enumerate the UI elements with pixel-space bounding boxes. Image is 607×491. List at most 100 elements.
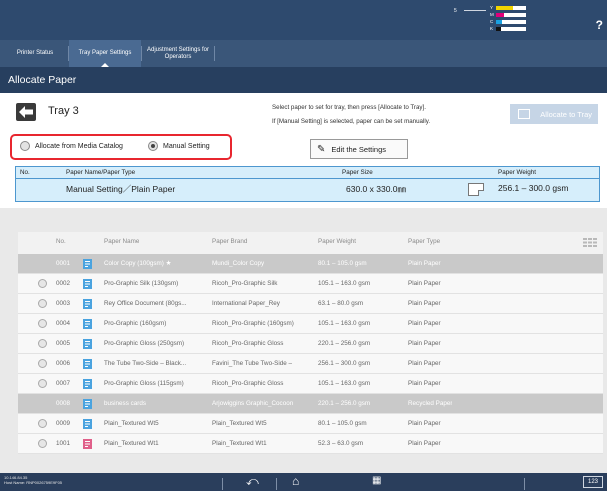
instruction-line-1: Select paper to set for tray, then press… [272, 104, 426, 111]
col-paper-weight[interactable]: Paper Weight [318, 232, 356, 252]
selected-paper-name: Manual Setting／Plain Paper [66, 184, 176, 194]
radio-button[interactable] [20, 141, 30, 151]
table-row[interactable]: 0007 Pro-Graphic Gloss (115gsm) Ricoh_Pro-… [18, 374, 603, 394]
tab-adjustment-settings[interactable]: Adjustment Settings for Operators [142, 40, 214, 67]
row-paper-name: Pro-Graphic Silk (130gsm) [104, 280, 179, 287]
back-button[interactable] [16, 103, 36, 121]
row-radio-button[interactable] [38, 299, 47, 308]
row-paper-weight: 220.1 – 256.0 gsm [318, 340, 371, 347]
bar-divider [222, 478, 223, 490]
header-no: No. [20, 169, 30, 176]
allocate-to-tray-button[interactable]: Allocate to Tray [510, 104, 598, 124]
col-paper-type[interactable]: Paper Type [408, 232, 440, 252]
radio-label: Manual Setting [163, 142, 210, 150]
row-radio-button[interactable] [38, 359, 47, 368]
col-paper-name[interactable]: Paper Name [104, 232, 139, 252]
screen-icon[interactable]: ▦ [372, 475, 381, 486]
row-paper-weight: 105.1 – 163.0 gsm [318, 320, 371, 327]
back-arrow-icon[interactable]: ⤺ [246, 474, 259, 489]
page-title: Allocate Paper [0, 67, 607, 93]
arrow-left-icon [16, 103, 36, 121]
tab-tray-paper-settings[interactable]: Tray Paper Settings [69, 40, 141, 67]
toner-fill [496, 20, 502, 24]
row-radio-button[interactable] [38, 419, 47, 428]
row-no: 1001 [56, 440, 71, 447]
toner-indicator-line [464, 10, 486, 11]
row-paper-weight: 80.1 – 105.0 gsm [318, 260, 367, 267]
toner-count: 5 [454, 8, 457, 14]
row-paper-weight: 256.1 – 300.0 gsm [318, 360, 371, 367]
edit-settings-button[interactable]: ✎ Edit the Settings [310, 139, 408, 159]
paper-sheet-icon [83, 339, 92, 349]
row-paper-name: Pro-Graphic (160gsm) [104, 320, 167, 327]
home-icon[interactable]: ⌂ [292, 474, 299, 488]
row-paper-type: Recycled Paper [408, 400, 453, 407]
row-paper-weight: 105.1 – 163.0 gsm [318, 380, 371, 387]
paper-sheet-icon [83, 399, 92, 409]
question-icon[interactable]: ? [596, 18, 603, 32]
row-paper-brand: International Paper_Rey [212, 300, 280, 307]
tab-divider [214, 46, 215, 61]
table-row: 0008 business cards Arjowiggins Graphic_Co… [18, 394, 603, 414]
bar-divider [524, 478, 525, 490]
row-paper-type: Plain Paper [408, 380, 441, 387]
toner-label: C [490, 19, 494, 24]
paper-size-icon [468, 183, 484, 196]
bar-divider [276, 478, 277, 490]
toner-fill [496, 27, 501, 31]
radio-button-selected[interactable] [148, 141, 158, 151]
table-row[interactable]: 0009 Plain_Textured Wt5 Plain_Textured Wt5… [18, 414, 603, 434]
row-no: 0001 [56, 260, 71, 267]
row-radio-button[interactable] [38, 319, 47, 328]
paper-sheet-icon [83, 299, 92, 309]
row-radio-button[interactable] [38, 379, 47, 388]
row-no: 0006 [56, 360, 71, 367]
instruction-line-2: If [Manual Setting] is selected, paper c… [272, 118, 431, 125]
table-row: 0001 Color Copy (100gsm) ★ Mundi_Color Cop… [18, 254, 603, 274]
header-paper-weight: Paper Weight [498, 169, 537, 176]
table-row[interactable]: 0006 The Tube Two-Side – Black... Favini_T… [18, 354, 603, 374]
row-no: 0005 [56, 340, 71, 347]
row-paper-weight: 63.1 – 80.0 gsm [318, 300, 364, 307]
counter-button[interactable]: 123 [583, 476, 603, 488]
table-row[interactable]: 1001 Plain_Textured Wt1 Plain_Textured Wt1… [18, 434, 603, 454]
media-catalog-list: No. Paper Name Paper Brand Paper Weight … [18, 232, 603, 454]
row-paper-weight: 220.1 – 256.0 gsm [318, 400, 371, 407]
radio-allocate-from-catalog[interactable]: Allocate from Media Catalog [20, 141, 123, 151]
divider [15, 178, 600, 179]
allocate-to-tray-label: Allocate to Tray [540, 109, 592, 119]
paper-sheet-icon [83, 259, 92, 269]
tray-label: Tray 3 [48, 105, 79, 117]
toner-label: K [490, 26, 494, 31]
table-row[interactable]: 0004 Pro-Graphic (160gsm) Ricoh_Pro-Graphi… [18, 314, 603, 334]
row-paper-name: business cards [104, 400, 146, 407]
row-no: 0007 [56, 380, 71, 387]
row-paper-type: Plain Paper [408, 420, 441, 427]
paper-sheet-icon [83, 279, 92, 289]
paper-sheet-icon [83, 359, 92, 369]
system-bar: 10.146.84.35 Host Name: RNP0026759E9F05 … [0, 473, 607, 491]
table-row[interactable]: 0005 Pro-Graphic Gloss (250gsm) Ricoh_Pro-… [18, 334, 603, 354]
row-paper-name: Pro-Graphic Gloss (115gsm) [104, 380, 184, 387]
row-paper-type: Plain Paper [408, 340, 441, 347]
row-paper-brand: Plain_Textured Wt1 [212, 440, 267, 447]
table-row[interactable]: 0002 Pro-Graphic Silk (130gsm) Ricoh_Pro-G… [18, 274, 603, 294]
row-paper-name: Rey Office Document (80gs... [104, 300, 187, 307]
tab-printer-status[interactable]: Printer Status [2, 40, 68, 67]
row-paper-type: Plain Paper [408, 440, 441, 447]
grid-view-icon[interactable] [583, 238, 597, 247]
table-row[interactable]: 0003 Rey Office Document (80gs... Internat… [18, 294, 603, 314]
row-radio-button[interactable] [38, 439, 47, 448]
col-paper-brand[interactable]: Paper Brand [212, 232, 247, 252]
col-no[interactable]: No. [56, 232, 66, 252]
row-paper-name: Color Copy (100gsm) ★ [104, 260, 172, 267]
row-radio-button[interactable] [38, 279, 47, 288]
row-paper-type: Plain Paper [408, 260, 441, 267]
paper-sheet-icon [83, 439, 92, 449]
radio-manual-setting[interactable]: Manual Setting [148, 141, 210, 151]
row-paper-weight: 80.1 – 105.0 gsm [318, 420, 367, 427]
row-paper-brand: Mundi_Color Copy [212, 260, 265, 267]
row-paper-brand: Ricoh_Pro-Graphic Silk [212, 280, 278, 287]
row-no: 0003 [56, 300, 71, 307]
row-radio-button[interactable] [38, 339, 47, 348]
